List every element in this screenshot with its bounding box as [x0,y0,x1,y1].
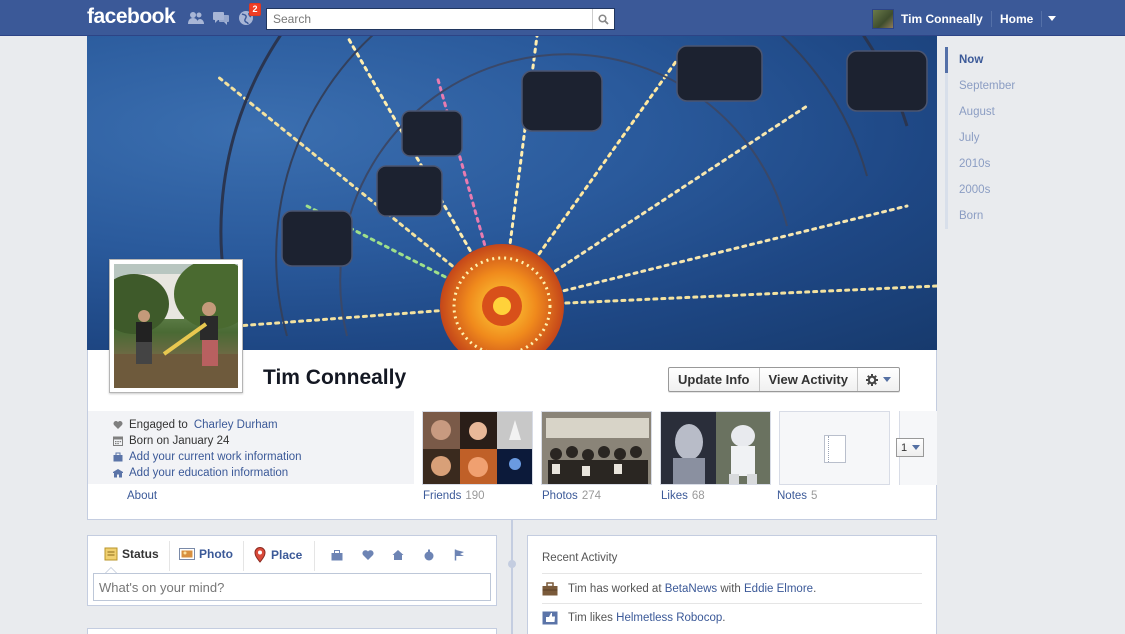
view-activity-button[interactable]: View Activity [760,368,858,391]
scrubber-now[interactable]: Now [945,47,1065,73]
health-icon[interactable] [423,549,435,561]
relationship-info: Engaged to Charley Durham [113,418,278,432]
likes-tile[interactable] [660,411,771,485]
recent-activity-title: Recent Activity [542,552,618,564]
divider [991,11,992,27]
tiles-page-select[interactable]: 1 [896,438,924,457]
scrubber-born[interactable]: Born [945,203,1065,229]
scrubber-august[interactable]: August [945,99,1065,125]
scrubber-september[interactable]: September [945,73,1065,99]
briefcase-icon[interactable] [331,549,343,561]
photos-tile[interactable] [541,411,652,485]
liked-page-link[interactable]: Helmetless Robocop [616,612,722,624]
likes-tile-label[interactable]: Likes 68 [661,490,705,502]
recent-activity-card: Recent Activity Tim has worked at BetaNe… [527,535,937,634]
status-icon [104,547,118,561]
chevron-down-icon [882,377,891,382]
top-bar: facebook 2 Tim Conneally Home [0,0,1125,36]
gear-icon [865,373,878,386]
scrubber-2010s[interactable]: 2010s [945,151,1065,177]
divider [542,573,922,574]
user-avatar[interactable] [872,9,894,29]
timeline-scrubber: Now September August July 2010s 2000s Bo… [945,47,1065,229]
photo-tab[interactable]: Photo [179,547,233,561]
divider [542,603,922,604]
search-input[interactable] [267,9,587,29]
coworker-link[interactable]: Eddie Elmore [744,583,813,595]
scrubber-july[interactable]: July [945,125,1065,151]
school-icon [113,468,123,478]
photo-icon [179,548,195,560]
friends-tile[interactable] [422,411,533,485]
partner-link[interactable]: Charley Durham [194,419,278,431]
profile-action-buttons: Update Info View Activity [668,367,900,392]
search-button[interactable] [592,9,614,29]
status-composer: Status Photo Place [87,535,497,606]
recent-activity-row-work: Tim has worked at BetaNews with Eddie El… [542,582,816,596]
recent-activity-row-like: Tim likes Helmetless Robocop. [542,611,725,625]
friend-requests-icon[interactable] [187,10,205,26]
notification-badge: 2 [249,3,261,16]
home-link[interactable]: Home [1000,12,1033,26]
heart-icon [113,420,123,430]
facebook-logo[interactable]: facebook [87,5,176,29]
calendar-icon [113,436,123,446]
divider [314,541,315,571]
search-icon [598,13,609,25]
notes-tile-label[interactable]: Notes 5 [777,490,817,502]
divider [1041,11,1042,27]
profile-name: Tim Conneally [263,366,407,389]
divider [169,541,170,571]
account-menu-caret-icon[interactable] [1048,16,1056,21]
heart-icon[interactable] [362,549,374,561]
place-tab[interactable]: Place [253,547,302,563]
friends-tile-label[interactable]: Friends 190 [423,490,485,502]
birthday-info: Born on January 24 [113,434,229,448]
add-work-link[interactable]: Add your current work information [129,451,302,463]
settings-menu-button[interactable] [858,368,899,391]
scrubber-2000s[interactable]: 2000s [945,177,1065,203]
add-work-info: Add your current work information [113,450,302,464]
timeline-story-card [87,628,497,634]
about-link[interactable]: About [127,490,157,502]
update-info-button[interactable]: Update Info [669,368,760,391]
notes-icon [824,435,846,463]
user-profile-link[interactable]: Tim Conneally [901,12,983,26]
messages-icon[interactable] [212,10,230,26]
notes-tile[interactable] [779,411,890,485]
timeline-spine [511,520,513,634]
place-pin-icon [254,547,266,563]
company-link[interactable]: BetaNews [665,583,717,595]
add-education-info: Add your education information [113,466,288,480]
briefcase-icon [113,452,123,462]
add-education-link[interactable]: Add your education information [129,467,288,479]
briefcase-icon [542,582,558,596]
milestone-flag-icon[interactable] [454,549,466,561]
chevron-down-icon [912,445,920,450]
divider [243,541,244,571]
status-input[interactable] [93,573,491,601]
profile-picture[interactable] [109,259,243,393]
photos-tile-label[interactable]: Photos 274 [542,490,601,502]
home-icon[interactable] [392,549,404,561]
timeline-dot [508,560,516,568]
search-box [266,8,615,30]
status-tab[interactable]: Status [104,547,159,561]
like-thumb-icon [542,611,558,625]
